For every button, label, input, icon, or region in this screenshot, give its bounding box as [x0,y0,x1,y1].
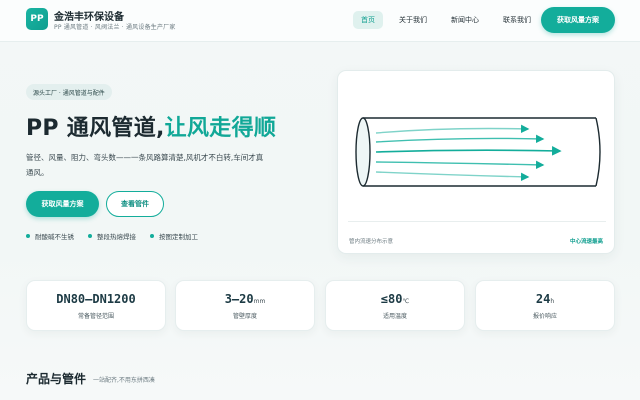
pipe-flow-card: 管内流速分布示意 中心流速最高 [337,70,615,254]
stat-value: DN80–DN1200 [27,292,165,306]
stat-unit: ℃ [402,298,410,305]
pipe-tag: 中心流速最高 [569,239,603,245]
feature-item: 按图定制加工 [150,231,198,241]
pipe-flow-illustration [355,117,601,187]
feature-label: 整段热熔焊接 [97,233,136,241]
pipe-caption: 管内流速分布示意 [349,239,394,245]
logo-icon[interactable]: PP [26,8,48,30]
stat-label: 管壁厚度 [232,313,257,320]
feature-item: 耐酸碱不生锈 [26,231,74,241]
main-nav: 首页 关于我们 新闻中心 联系我们 [353,11,539,29]
hero-title-main: PP 通风管道, [26,116,165,141]
stat-unit: h [550,298,555,305]
get-plan-button[interactable]: 获取风量方案 [26,191,99,217]
stat-number: DN80–DN1200 [56,292,136,306]
nav-item-news[interactable]: 新闻中心 [443,11,487,29]
stat-value: ≤80℃ [326,292,464,306]
stat-label: 适用温度 [382,313,407,320]
stat-label: 报价响应 [532,313,557,320]
pipe-opening-icon [355,117,371,187]
stat-unit: mm [253,298,266,305]
view-fittings-button[interactable]: 查看管件 [106,191,164,217]
stat-card-response: 24h 报价响应 [475,280,615,331]
stat-value: 24h [476,292,614,306]
stat-label: 常备管径范围 [77,313,114,320]
stat-card-temperature: ≤80℃ 适用温度 [325,280,465,331]
feature-label: 按图定制加工 [159,233,198,241]
hero-badge: 源头工厂 · 通风管道与配件 [26,84,112,100]
products-section-subtitle: 一站配齐,不用东拼西凑 [93,377,155,384]
products-section-title: 产品与管件 [26,372,87,386]
stat-number: 3–20 [224,292,254,306]
feature-list: 耐酸碱不生锈 整段热熔焊接 按图定制加工 [26,231,198,241]
stat-number: 24 [535,292,551,306]
nav-item-home[interactable]: 首页 [353,11,383,29]
bullet-dot-icon [26,234,30,238]
stat-number: ≤80 [380,292,403,306]
stat-card-thickness: 3–20mm 管壁厚度 [175,280,315,331]
stat-value: 3–20mm [176,292,314,306]
brand-name[interactable]: 金浩丰环保设备 [54,8,124,23]
bullet-dot-icon [150,234,154,238]
bullet-dot-icon [88,234,92,238]
hero-title-accent: 让风走得顺 [164,116,277,141]
brand-tagline: PP 通风管道 · 风阀法兰 · 通风设备生产厂家 [54,24,176,31]
hero-description: 管径、风量、阻力、弯头数——一条风路算清楚,风机才不白转,车间才真通风。 [26,153,264,177]
card-divider [348,221,606,222]
nav-item-about[interactable]: 关于我们 [391,11,435,29]
nav-item-contact[interactable]: 联系我们 [495,11,539,29]
stat-card-diameter: DN80–DN1200 常备管径范围 [26,280,166,331]
header-cta-button[interactable]: 获取风量方案 [541,7,615,33]
hero-title: PP 通风管道,让风走得顺 [26,110,276,142]
feature-item: 整段热熔焊接 [88,231,136,241]
site-header: PP 金浩丰环保设备 PP 通风管道 · 风阀法兰 · 通风设备生产厂家 首页 … [0,0,640,42]
feature-label: 耐酸碱不生锈 [35,233,74,241]
